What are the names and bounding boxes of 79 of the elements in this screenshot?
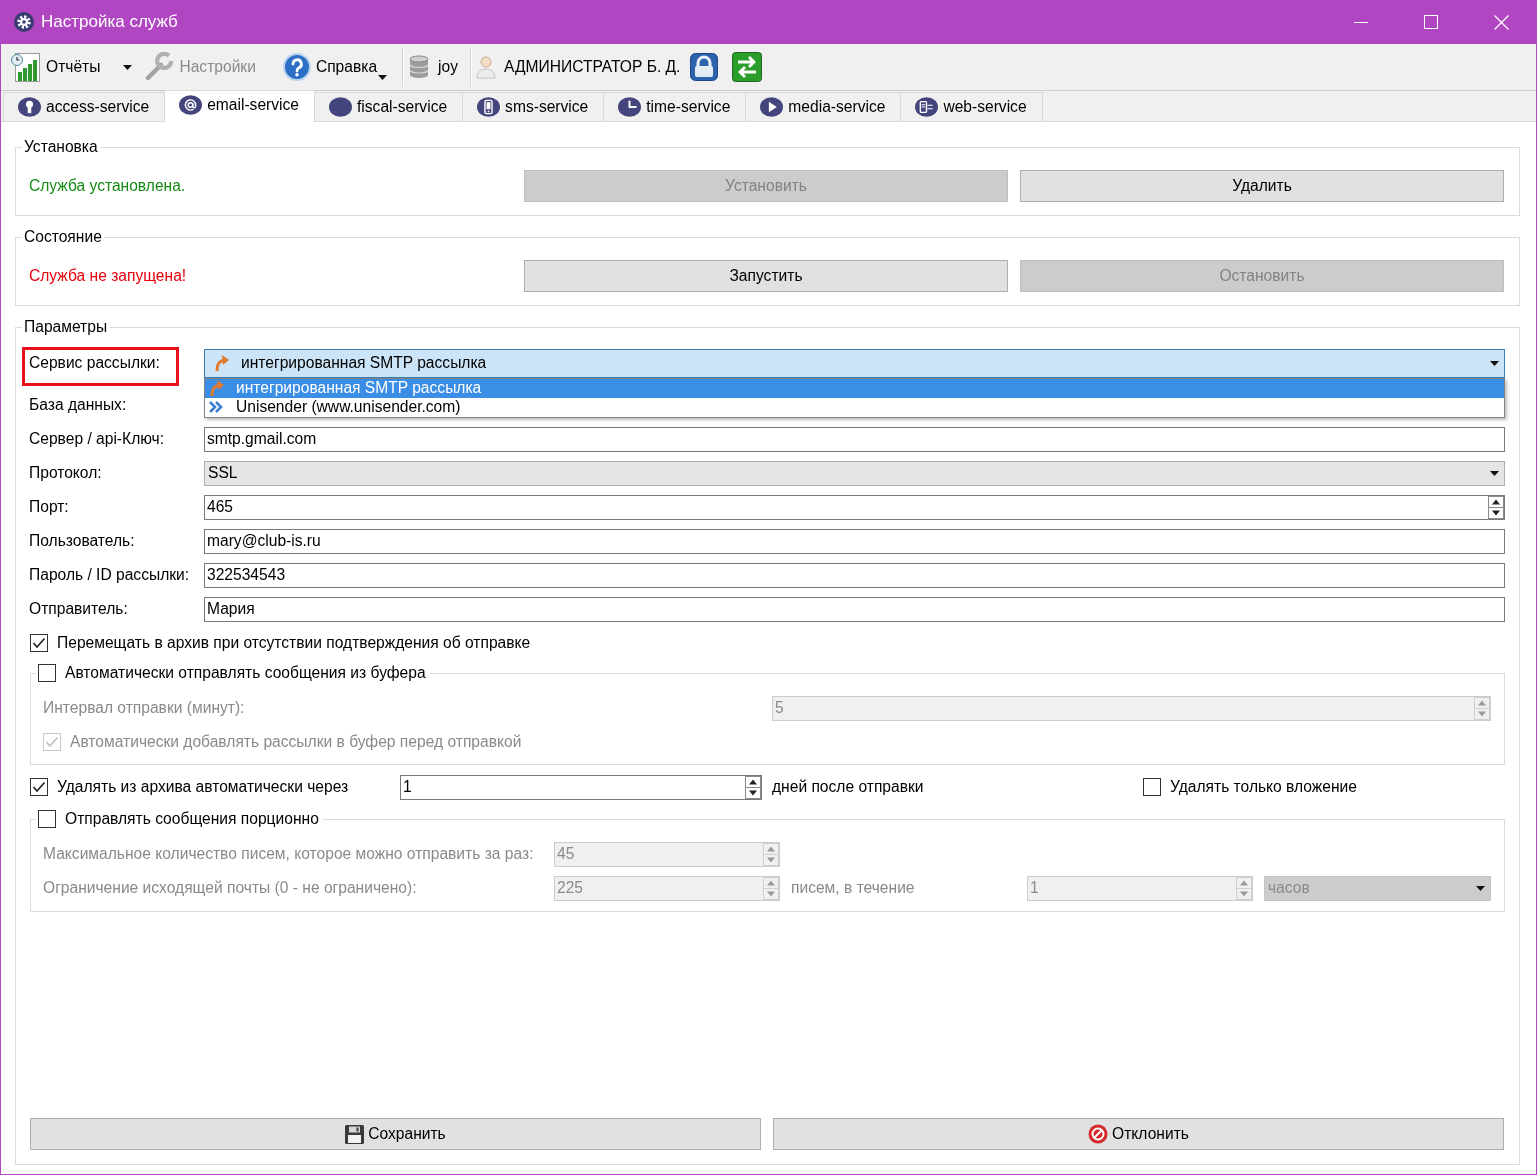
keyhole-icon — [18, 97, 41, 117]
database-icon — [408, 55, 431, 79]
toolbar-button[interactable]: Справка — [280, 48, 389, 86]
checkbox-label: Удалять из архива автоматически через — [57, 777, 349, 797]
field-label: База данных: — [29, 395, 127, 415]
text-field[interactable]: Мария — [204, 596, 1505, 622]
field-label: Интервал отправки (минут): — [43, 698, 246, 718]
gear-icon — [14, 12, 34, 32]
dropdown-field[interactable]: SSL — [204, 460, 1505, 486]
status-message: Служба установлена. — [29, 176, 187, 196]
tab[interactable]: email-service — [164, 90, 315, 122]
minimize-icon — [1354, 21, 1368, 23]
checkbox[interactable] — [38, 664, 56, 682]
field-label: Пользователь: — [29, 531, 135, 551]
play-icon — [760, 97, 784, 117]
checkbox-label: Автоматически добавлять рассылки в буфер перед отправкой — [70, 732, 522, 752]
group-title: Состояние — [23, 227, 103, 247]
at-sign-icon — [179, 95, 203, 115]
arrow-icon — [209, 380, 224, 396]
caret-down-icon[interactable] — [123, 64, 133, 70]
checkbox[interactable] — [30, 634, 48, 652]
checkbox[interactable] — [38, 810, 56, 828]
user-icon — [476, 55, 496, 79]
dropdown-option[interactable]: Unisender (www.unisender.com) — [205, 397, 1504, 417]
toolbar-button[interactable]: Отчёты — [8, 48, 104, 86]
spin-field[interactable]: 1 — [400, 774, 762, 800]
text-field[interactable]: 322534543 — [204, 562, 1505, 588]
field-label: Отправитель: — [29, 599, 128, 619]
maximize-icon — [1424, 15, 1438, 29]
help-icon — [282, 53, 311, 81]
text-field[interactable]: smtp.gmail.com — [204, 426, 1505, 452]
checkbox[interactable] — [30, 778, 48, 796]
cancel-icon — [1088, 1124, 1109, 1144]
toolbar-label: joy — [438, 57, 458, 77]
checkbox-label: Удалять только вложение — [1170, 777, 1357, 797]
clock-icon — [618, 97, 642, 117]
field-label: писем, в течение — [791, 878, 916, 898]
toolbar-label: АДМИНИСТРАТОР Б. Д. — [504, 57, 681, 77]
oval-icon — [329, 97, 352, 117]
command-button[interactable]: Отклонить — [773, 1118, 1504, 1150]
command-button[interactable]: Удалить — [1020, 170, 1504, 202]
command-button[interactable]: Запустить — [524, 260, 1008, 292]
exit-arrows-icon — [732, 52, 763, 82]
field-label: Ограничение исходящей почты (0 - не ограничено): — [43, 878, 418, 898]
caret-down-icon — [1490, 470, 1499, 476]
group-title: Параметры — [23, 317, 109, 337]
field-label: Сервис рассылки: — [29, 353, 160, 373]
status-message: Служба не запущена! — [29, 266, 188, 286]
chevrons-icon — [209, 401, 224, 413]
stepper-icon[interactable] — [1488, 495, 1504, 519]
checkbox-label: Автоматически отправлять сообщения из буфера — [65, 663, 426, 683]
field-label: Протокол: — [29, 463, 102, 483]
field-label: Порт: — [29, 497, 69, 517]
lock-icon — [690, 53, 719, 81]
stepper-icon[interactable] — [745, 775, 761, 799]
field-label: Максимальное количество писем, которое можно отправить за раз: — [43, 844, 535, 864]
text-field[interactable]: mary@club-is.ru — [204, 528, 1505, 554]
tab[interactable]: access-service — [3, 92, 166, 121]
save-icon — [345, 1124, 365, 1144]
caret-down-icon — [378, 75, 388, 80]
mobile-phone-icon — [477, 97, 501, 117]
checkbox-label: Перемещать в архив при отсутствии подтверждения об отправке — [57, 633, 531, 653]
spin-field[interactable]: 465 — [204, 494, 1505, 520]
field-label: Пароль / ID рассылки: — [29, 565, 190, 585]
wrench-icon — [144, 52, 175, 82]
group-title: Установка — [23, 137, 99, 157]
server-icon — [915, 97, 939, 117]
close-icon — [1493, 14, 1509, 30]
caret-down-icon — [1490, 360, 1499, 366]
window-title: Настройка служб — [41, 12, 178, 32]
arrow-icon — [214, 355, 229, 371]
checkbox[interactable] — [1143, 778, 1161, 796]
field-label: Сервер / api-Ключ: — [29, 429, 165, 449]
command-button[interactable]: Сохранить — [30, 1118, 761, 1150]
checkbox-label: Отправлять сообщения порционно — [65, 809, 319, 829]
field-label: дней после отправки — [772, 777, 925, 797]
tab[interactable]: web-service — [900, 92, 1043, 121]
bar-chart-icon — [10, 51, 41, 83]
caret-down-icon — [1476, 885, 1485, 891]
